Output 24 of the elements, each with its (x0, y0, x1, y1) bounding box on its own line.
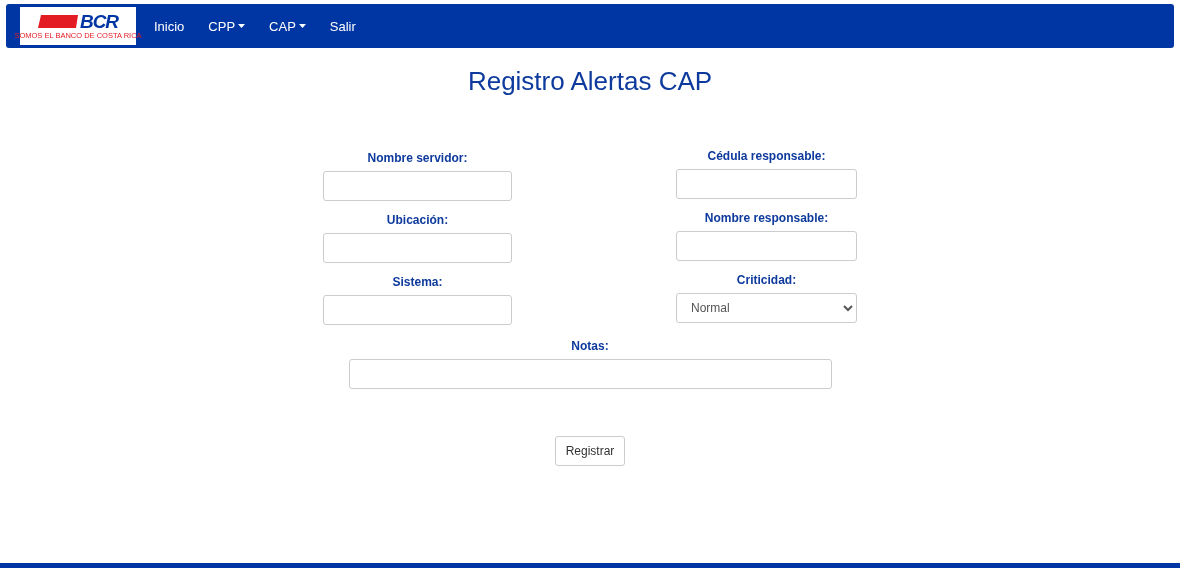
page-title: Registro Alertas CAP (467, 66, 713, 97)
submit-button[interactable]: Registrar (554, 436, 626, 466)
nav-link[interactable]: Salir (317, 18, 368, 34)
logo-stripe-icon (37, 15, 78, 29)
input-field[interactable] (676, 231, 857, 261)
nav-dropdown[interactable]: CPP (196, 18, 258, 34)
input-field[interactable] (676, 169, 857, 199)
input-field[interactable] (323, 233, 512, 263)
field-label: Cédula responsable: (707, 149, 826, 163)
field-label: Notas: (571, 339, 609, 353)
field-label: Nombre responsable: (704, 211, 829, 225)
field-label: Ubicación: (386, 213, 449, 227)
select-field[interactable]: Normal (676, 293, 857, 323)
input-field[interactable] (348, 359, 832, 389)
input-field[interactable] (323, 171, 512, 201)
input-field[interactable] (323, 295, 512, 325)
nav-link[interactable]: Inicio (142, 18, 197, 34)
caret-icon (238, 24, 246, 28)
nav-dropdown[interactable]: CAP (257, 18, 318, 34)
field-label: Sistema: (392, 275, 443, 289)
field-label: Criticidad: (736, 273, 797, 287)
field-label: Nombre servidor: (367, 151, 468, 165)
caret-icon (298, 24, 306, 28)
logo-text: BCR (79, 12, 119, 32)
